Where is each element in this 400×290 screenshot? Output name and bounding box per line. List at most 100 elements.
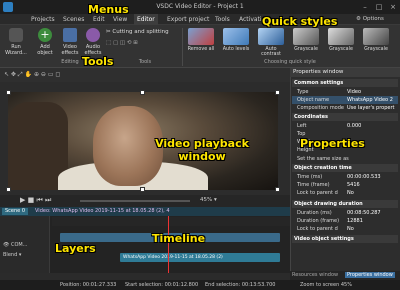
annotation-menus: Menus [88,3,129,16]
maximize-icon[interactable]: □ [372,2,386,12]
coordinates-section[interactable]: Coordinates [292,113,398,121]
annotation-timeline: Timeline [152,232,206,245]
tool-row: ↖ ✥ ⤢ ✋ ⊕ ⊖ ▭ ◻ [0,68,290,82]
play-icon[interactable]: ▶ ■ ⏮ ⏭ [20,196,51,205]
quick-style-label: Grayscale [364,47,388,52]
ribbon-separator [182,28,183,66]
resize-handle[interactable] [275,90,280,95]
options-label: Options [362,16,384,22]
prop-row[interactable]: Time (ms) 00:00:00.533 [292,173,398,181]
resize-handle[interactable] [275,187,280,192]
prop-row[interactable]: Object name WhatsApp Video 2 [292,96,398,104]
run-wizard-button[interactable]: Run Wizard... [2,28,30,58]
quick-style-label: Grayscale [294,47,318,52]
prop-row[interactable]: Duration (ms) 00:08:50.287 [292,209,398,217]
quick-style-auto-contrast[interactable]: Auto contrast [256,28,286,58]
quick-style-label: Remove all [187,47,215,52]
same-size-row[interactable]: Set the same size as [292,155,398,163]
prop-row[interactable]: Lock to parent d No [292,189,398,197]
menu-export-project[interactable]: Export project [164,14,212,25]
video-effects-label: Video effects [61,44,79,56]
cutting-label: Cutting and splitting [112,29,169,35]
properties-tabs: Resources window Properties window [290,271,400,280]
zoom-select[interactable]: 45% ▾ [200,197,217,203]
layer-blend-label: Blend [3,252,18,258]
seek-track[interactable] [80,200,190,202]
resize-handle[interactable] [140,90,145,95]
menu-bar: Projects Scenes Edit View Editor Export … [0,14,400,25]
menu-projects[interactable]: Projects [28,14,58,25]
grayscale-thumb-icon [328,28,354,45]
quick-style-label: Auto contrast [261,47,281,57]
annotation-tools: Tools [82,55,114,68]
playback-controls: ▶ ■ ⏮ ⏭ 45% ▾ [0,195,290,207]
menu-editor[interactable]: Editor [134,14,158,25]
status-bar: Position: 00:01:27.333 Start selection: … [0,280,400,290]
grayscale-thumb-icon [363,28,389,45]
ribbon-toolbar: Run Wizard... + Add object Video effects… [0,25,400,68]
wizard-icon [9,28,23,42]
title-bar: VSDC Video Editor - Project 1 – □ × [0,0,400,14]
eye-icon[interactable]: 👁 [3,242,9,248]
add-object-label: Add object [37,44,53,56]
menu-scenes[interactable]: Scenes [60,14,87,25]
cutting-splitting-button[interactable]: ✂ Cutting and splitting [106,29,169,35]
timeline-clip[interactable]: WhatsApp Video 2019-11-15 at 18.05.28 (2… [120,253,280,262]
zoom-to-screen-button[interactable]: Zoom to screen 45% [300,282,352,288]
layer-blend[interactable]: Blend ▾ [3,252,21,258]
prop-row[interactable]: Left 0.000 [292,122,398,130]
creation-time-section[interactable]: Object creation time [292,164,398,172]
start-selection-status: Start selection: 00:01:12.800 [125,282,199,288]
auto-levels-thumb-icon [223,28,249,45]
quick-style-remove-all[interactable]: Remove all [186,28,216,58]
layers-panel: 👁 COM... Blend ▾ [0,216,50,273]
zoom-value: 45% [200,197,213,203]
tab-video[interactable]: Video: WhatsApp Video 2019-11-15 at 18.0… [35,208,170,215]
video-settings-section[interactable]: Video object settings [292,235,398,243]
window-title: VSDC Video Editor - Project 1 [156,3,244,10]
add-object-button[interactable]: + Add object [33,28,57,58]
video-effects-button[interactable]: Video effects [59,28,81,58]
add-icon: + [38,28,52,42]
layer-com[interactable]: 👁 COM... [3,242,27,248]
quick-style-grayscale-2[interactable]: Grayscale [326,28,356,58]
end-selection-status: End selection: 00:13:53.700 [205,282,276,288]
clip-label: WhatsApp Video 2019-11-15 at 18.05.28 (2… [123,255,223,260]
grayscale-thumb-icon [293,28,319,45]
tab-scene[interactable]: Scene 0 [2,208,29,215]
options-menu[interactable]: ⚙ Options [356,14,384,25]
scissors-icon: ✂ [106,29,111,35]
timeline-ruler[interactable] [52,217,290,226]
prop-row[interactable]: Time (frame) 5416 [292,181,398,189]
menu-tools[interactable]: Tools [212,14,233,25]
prop-row[interactable]: Composition mode Use layer's propert [292,104,398,112]
quick-style-label: Auto levels [222,47,250,52]
quick-style-label: Grayscale [329,47,353,52]
small-tool-icons[interactable]: ⬚ ▢ ◫ ⟲ ⊞ [106,40,138,46]
annotation-playback: Video playback window [155,137,249,163]
resize-handle[interactable] [6,90,11,95]
quick-style-grayscale-3[interactable]: Grayscale [361,28,391,58]
remove-all-thumb-icon [188,28,214,45]
position-status: Position: 00:01:27.333 [60,282,117,288]
prop-row[interactable]: Duration (frame) 12881 [292,217,398,225]
close-icon[interactable]: × [386,2,400,12]
video-effects-icon [63,28,77,42]
minimize-icon[interactable]: – [358,2,372,12]
prop-row[interactable]: Lock to parent d No [292,225,398,233]
quick-style-auto-levels[interactable]: Auto levels [221,28,251,58]
annotation-quick-styles: Quick styles [262,15,338,28]
tab-properties-window[interactable]: Properties window [345,272,395,278]
tab-resources-window[interactable]: Resources window [292,272,338,278]
resize-handle[interactable] [140,187,145,192]
prop-row: Type Video [297,89,362,95]
common-settings-section[interactable]: Common settings [292,79,398,87]
properties-title: Properties window [290,68,400,77]
quick-style-grayscale-1[interactable]: Grayscale [291,28,321,58]
audio-effects-button[interactable]: Audio effects [82,28,104,58]
tools-group-label: Tools [138,59,152,65]
cursor-tool-icon[interactable]: ↖ ✥ ⤢ ✋ ⊕ ⊖ ▭ ◻ [4,71,60,79]
auto-contrast-thumb-icon [258,28,284,45]
drawing-duration-section[interactable]: Object drawing duration [292,200,398,208]
resize-handle[interactable] [6,187,11,192]
